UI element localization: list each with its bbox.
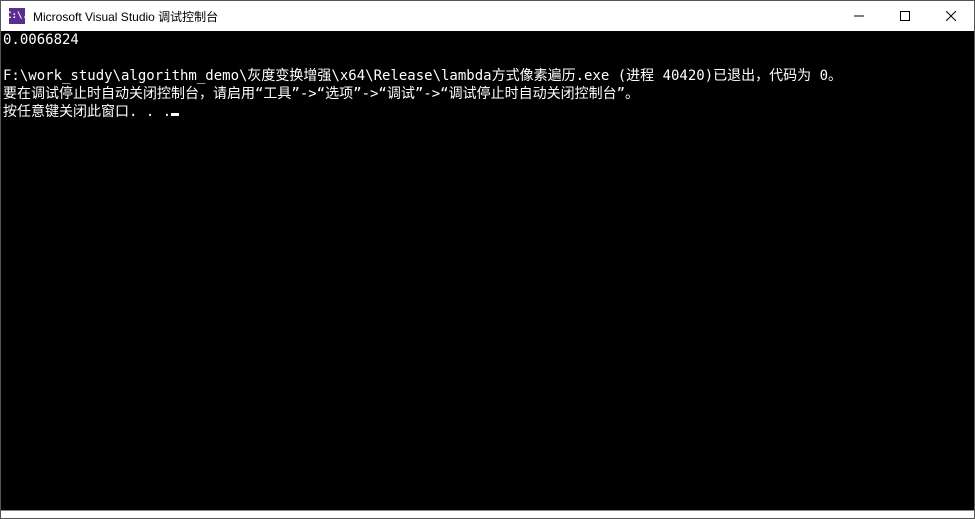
maximize-icon — [900, 11, 910, 21]
output-line: F:\work_study\algorithm_demo\灰度变换增强\x64\… — [3, 68, 842, 84]
close-button[interactable] — [928, 1, 974, 31]
text-cursor — [171, 113, 179, 116]
app-window: C:\. Microsoft Visual Studio 调试控制台 0.006… — [0, 0, 975, 519]
close-icon — [946, 11, 956, 21]
app-icon: C:\. — [9, 8, 25, 24]
maximize-button[interactable] — [882, 1, 928, 31]
titlebar[interactable]: C:\. Microsoft Visual Studio 调试控制台 — [1, 1, 974, 31]
window-controls — [836, 1, 974, 31]
output-line: 要在调试停止时自动关闭控制台，请启用“工具”->“选项”->“调试”->“调试停… — [3, 86, 639, 102]
window-footer-strip — [1, 510, 974, 518]
minimize-button[interactable] — [836, 1, 882, 31]
console-output[interactable]: 0.0066824 F:\work_study\algorithm_demo\灰… — [1, 31, 974, 510]
window-title: Microsoft Visual Studio 调试控制台 — [33, 8, 836, 25]
output-line: 0.0066824 — [3, 32, 79, 48]
output-line: 按任意键关闭此窗口. . . — [3, 104, 171, 120]
minimize-icon — [854, 11, 864, 21]
